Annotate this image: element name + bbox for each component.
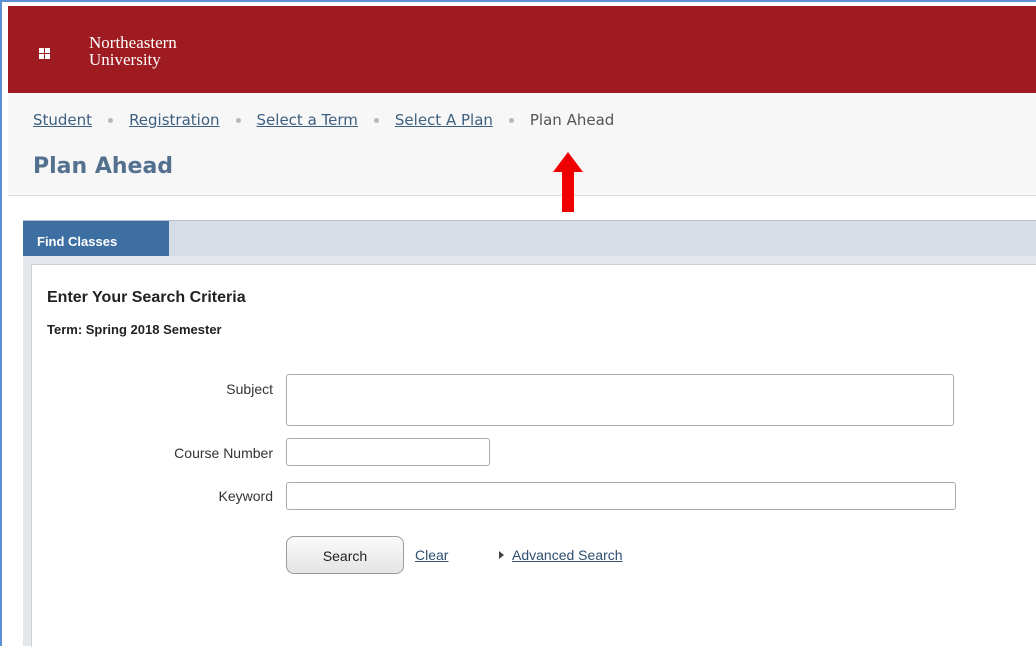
breadcrumb-student[interactable]: Student (33, 111, 92, 129)
breadcrumb-select-term[interactable]: Select a Term (257, 111, 358, 129)
page-title: Plan Ahead (33, 154, 174, 179)
subject-label: Subject (226, 381, 273, 397)
red-arrow-icon (553, 152, 583, 212)
search-criteria-heading: Enter Your Search Criteria (47, 289, 246, 306)
expand-triangle-icon (499, 551, 504, 559)
breadcrumb-select-plan[interactable]: Select A Plan (395, 111, 493, 129)
breadcrumb: Student Registration Select a Term Select A… (33, 111, 614, 129)
logo-line-1: Northeastern (89, 33, 177, 52)
search-button[interactable]: Search (286, 536, 404, 574)
subject-input[interactable] (286, 374, 954, 426)
university-logo[interactable]: Northeastern University (89, 34, 177, 68)
keyword-label: Keyword (218, 488, 273, 504)
red-arrow-shape (553, 152, 583, 212)
breadcrumb-separator (373, 118, 379, 123)
keyword-input[interactable] (286, 482, 956, 510)
advanced-search-link[interactable]: Advanced Search (512, 547, 623, 563)
clear-link[interactable]: Clear (415, 547, 448, 563)
course-number-label: Course Number (174, 445, 273, 461)
breadcrumb-separator (508, 118, 514, 123)
tab-bar: Find Classes (23, 220, 1036, 263)
course-number-input[interactable] (286, 438, 490, 466)
term-label: Term: Spring 2018 Semester (47, 322, 222, 337)
tab-find-classes[interactable]: Find Classes (23, 221, 169, 257)
logo-line-2: University (89, 50, 161, 69)
breadcrumb-separator (235, 118, 241, 123)
top-header-bar: Northeastern University (8, 6, 1036, 93)
breadcrumb-separator (108, 118, 114, 123)
breadcrumb-current: Plan Ahead (529, 111, 615, 129)
breadcrumb-registration[interactable]: Registration (129, 111, 219, 129)
app-grid-icon[interactable] (39, 48, 50, 59)
breadcrumb-area: Student Registration Select a Term Select A… (8, 93, 1036, 196)
